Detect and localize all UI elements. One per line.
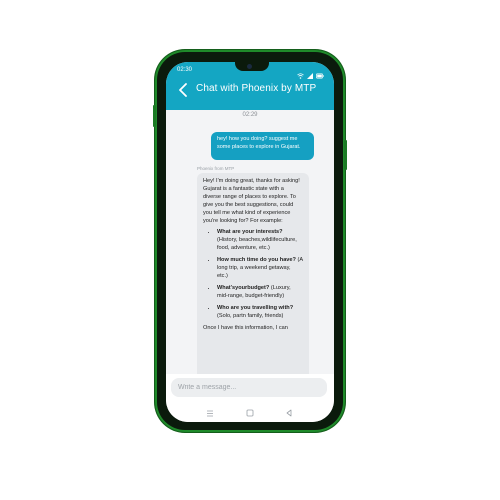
volume-button xyxy=(153,105,156,127)
list-item-question: How much time do you have? xyxy=(217,257,296,263)
back-arrow-icon[interactable] xyxy=(178,83,188,97)
wifi-icon xyxy=(297,66,304,84)
user-message-bubble: hey! how you doing? suggest me some plac… xyxy=(211,132,314,160)
list-item-question: Who are you travelling with? xyxy=(217,305,294,311)
status-time: 02:30 xyxy=(177,67,193,73)
bot-outro-text: Once I have this information, I can xyxy=(203,325,288,331)
list-item-question: What'syourbudget? xyxy=(217,285,270,291)
phone-screen: 02:30 Chat with Phoenix by MTP 02:29 hey… xyxy=(166,62,334,422)
list-item: What'syourbudget? (Luxury, mid-range, bu… xyxy=(217,284,303,300)
message-composer xyxy=(166,374,334,404)
list-item-detail: (Solo, partn family, friends) xyxy=(217,313,284,319)
message-input[interactable] xyxy=(171,378,327,397)
list-item: How much time do you have? (A long trip,… xyxy=(217,256,303,280)
app-header: 02:30 Chat with Phoenix by MTP xyxy=(166,62,334,110)
chat-area[interactable]: 02:29 hey! how you doing? suggest me som… xyxy=(166,110,334,374)
front-camera xyxy=(247,64,252,69)
status-icons xyxy=(297,66,324,84)
back-nav-icon[interactable] xyxy=(283,407,295,419)
notch xyxy=(235,62,269,71)
power-button xyxy=(344,140,347,170)
message-timestamp: 02:29 xyxy=(242,112,258,118)
list-item: What are your interests? (History, beach… xyxy=(217,228,303,252)
signal-icon xyxy=(307,66,313,84)
chat-title: Chat with Phoenix by MTP xyxy=(196,83,317,94)
menu-icon[interactable] xyxy=(204,407,216,419)
home-icon[interactable] xyxy=(244,407,256,419)
bot-sender-label: Phoenix from MTP xyxy=(197,166,235,171)
system-nav-bar xyxy=(166,404,334,422)
list-item: Who are you travelling with? (Solo, part… xyxy=(217,304,303,320)
list-item-detail: (History, beaches,wildlifeculture, food,… xyxy=(217,237,297,251)
list-item-question: What are your interests? xyxy=(217,229,283,235)
bot-suggestion-list: What are your interests? (History, beach… xyxy=(203,228,303,320)
bot-message-bubble: Hey! I'm doing great, thanks for asking!… xyxy=(197,173,309,374)
battery-icon xyxy=(316,66,324,84)
bot-intro-text: Hey! I'm doing great, thanks for asking!… xyxy=(203,178,300,224)
